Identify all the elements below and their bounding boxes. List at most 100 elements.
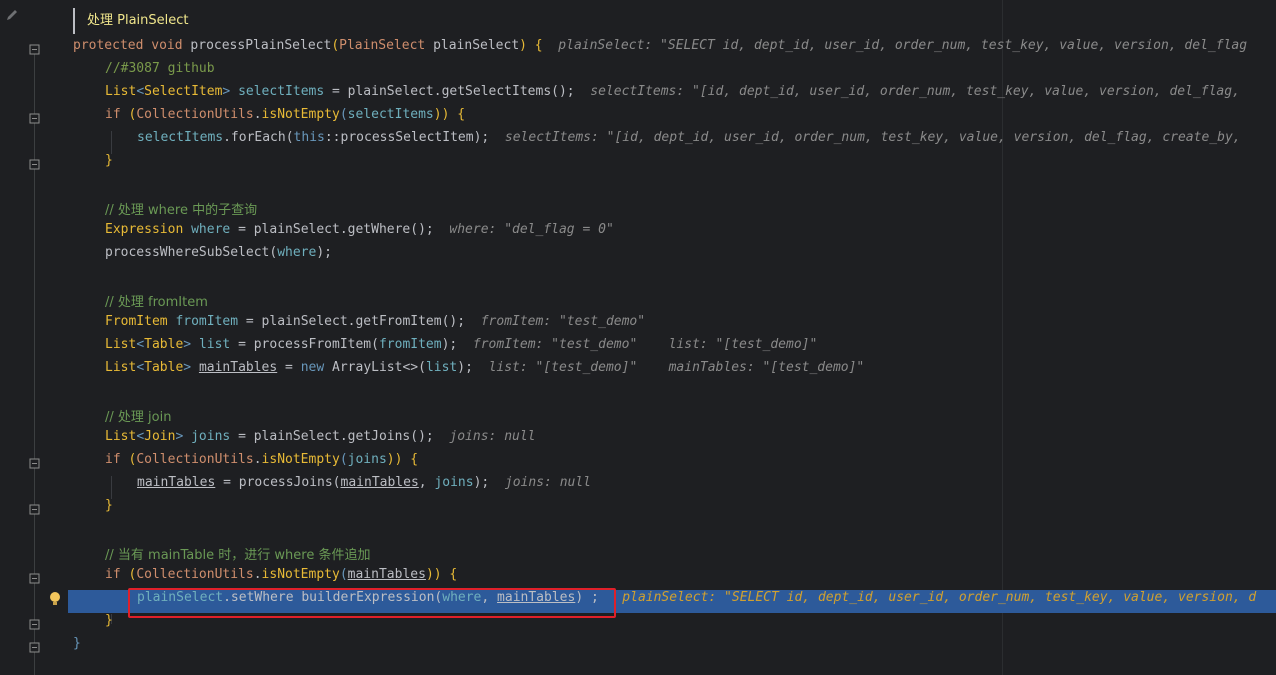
method-name: processPlainSelect [190,38,332,53]
paren: ( [120,107,137,122]
type-name: SelectItem [144,84,223,99]
code-line[interactable]: protected void processPlainSelect(PlainS… [73,38,1247,53]
variable: selectItems [137,130,224,145]
code-text: ); [473,475,490,490]
keyword: protected [73,38,144,53]
variable: mainTables [340,475,419,490]
variable: joins [191,429,231,444]
generic-bracket: < [136,360,145,375]
type-name: List [105,84,137,99]
fold-open-icon[interactable] [29,113,40,124]
inline-debug-hint: joins: null [449,429,536,444]
method-name: isNotEmpty [261,107,340,122]
closing-brace: } [105,613,113,628]
type-name: Table [144,360,184,375]
code-line[interactable]: mainTables = processJoins(mainTables, jo… [137,475,591,490]
keyword: if [105,452,121,467]
type-name: Expression [105,222,184,237]
keyword: new [300,360,325,375]
fold-close-icon[interactable] [29,619,40,630]
lightbulb-icon[interactable] [48,591,62,607]
indent-guide [111,131,112,154]
code-line[interactable]: selectItems.forEach(this::processSelectI… [137,130,1241,145]
closing-brace: } [105,153,113,168]
class-name: CollectionUtils [136,567,254,582]
paren: )) { [425,567,458,582]
variable: mainTables [347,567,426,582]
inline-debug-hint: list: "[test_demo]" [488,360,638,375]
keyword: if [105,567,121,582]
fold-open-icon[interactable] [29,44,40,55]
fold-open-icon[interactable] [29,573,40,584]
closing-brace: } [73,636,81,651]
type-name: PlainSelect [339,38,426,53]
generic-bracket: > [183,337,192,352]
fold-close-icon[interactable] [29,504,40,515]
code-line[interactable]: List<SelectItem> selectItems = plainSele… [105,84,1240,99]
paren: )) { [386,452,419,467]
code-line[interactable]: FromItem fromItem = plainSelect.getFromI… [105,314,645,329]
code-text: = plainSelect.getFromItem(); [238,314,466,329]
inline-debug-hint: fromItem: "test_demo" [472,337,638,352]
type-name: List [105,429,137,444]
paren: ( [339,107,348,122]
code-line[interactable]: List<Join> joins = plainSelect.getJoins(… [105,429,536,444]
type-name: FromItem [105,314,168,329]
closing-brace: } [105,498,113,513]
paren: ( [339,567,348,582]
inline-debug-hint: joins: null [504,475,591,490]
variable: joins [347,452,387,467]
code-text: = [277,360,301,375]
inline-debug-hint: mainTables: "[test_demo]" [668,360,865,375]
code-line[interactable]: processWhereSubSelect(where); [105,245,332,260]
generic-bracket: > [222,84,231,99]
class-name: CollectionUtils [136,107,254,122]
doc-comment: 处理 PlainSelect [73,8,189,34]
fold-close-icon[interactable] [29,642,40,653]
inline-debug-hint: plainSelect: "SELECT id, dept_id, user_i… [622,590,1257,605]
paren: ( [120,567,137,582]
generic-bracket: < [136,429,145,444]
code-line[interactable]: List<Table> mainTables = new ArrayList<>… [105,360,864,375]
code-comment: // 当有 mainTable 时，进行 where 条件追加 [105,548,371,563]
code-text: ); [457,360,473,375]
code-text: = processFromItem( [230,337,379,352]
keyword: if [105,107,121,122]
variable: list [198,337,231,352]
code-text: ArrayList<>( [324,360,426,375]
code-line[interactable]: if (CollectionUtils.isNotEmpty(mainTable… [105,567,457,582]
type-name: Table [144,337,184,352]
method-name: isNotEmpty [261,567,340,582]
variable: fromItem [378,337,442,352]
code-text: processWhereSubSelect( [105,245,278,260]
red-highlight-box [128,588,616,618]
variable: selectItems [238,84,325,99]
code-line[interactable]: if (CollectionUtils.isNotEmpty(joins)) { [105,452,418,467]
method-name: isNotEmpty [261,452,340,467]
variable: mainTables [137,475,216,490]
code-line[interactable]: if (CollectionUtils.isNotEmpty(selectIte… [105,107,465,122]
fold-close-icon[interactable] [29,159,40,170]
inline-debug-hint: plainSelect: "SELECT id, dept_id, user_i… [558,38,1248,53]
fold-open-icon[interactable] [29,458,40,469]
type-name: Join [144,429,176,444]
inline-debug-hint: where: "del_flag = 0" [449,222,614,237]
param-name: plainSelect [433,38,520,53]
code-text: = plainSelect.getSelectItems(); [324,84,575,99]
code-line[interactable]: Expression where = plainSelect.getWhere(… [105,222,614,237]
generic-bracket: > [183,360,192,375]
dot: . [253,567,262,582]
code-comment: // 处理 fromItem [105,295,208,310]
indent-guide [111,476,112,499]
paren: ( [331,38,340,53]
code-comment: // 处理 where 中的子查询 [105,203,258,218]
code-line[interactable]: List<Table> list = processFromItem(fromI… [105,337,817,352]
code-text: .forEach( [223,130,294,145]
code-text: = plainSelect.getJoins(); [230,429,434,444]
paren: ) { [519,38,543,53]
code-text: = processJoins( [215,475,341,490]
keyword: this [293,130,325,145]
inline-debug-hint: selectItems: "[id, dept_id, user_id, ord… [590,84,1240,99]
pencil-icon[interactable] [5,8,19,22]
generic-bracket: < [136,337,145,352]
